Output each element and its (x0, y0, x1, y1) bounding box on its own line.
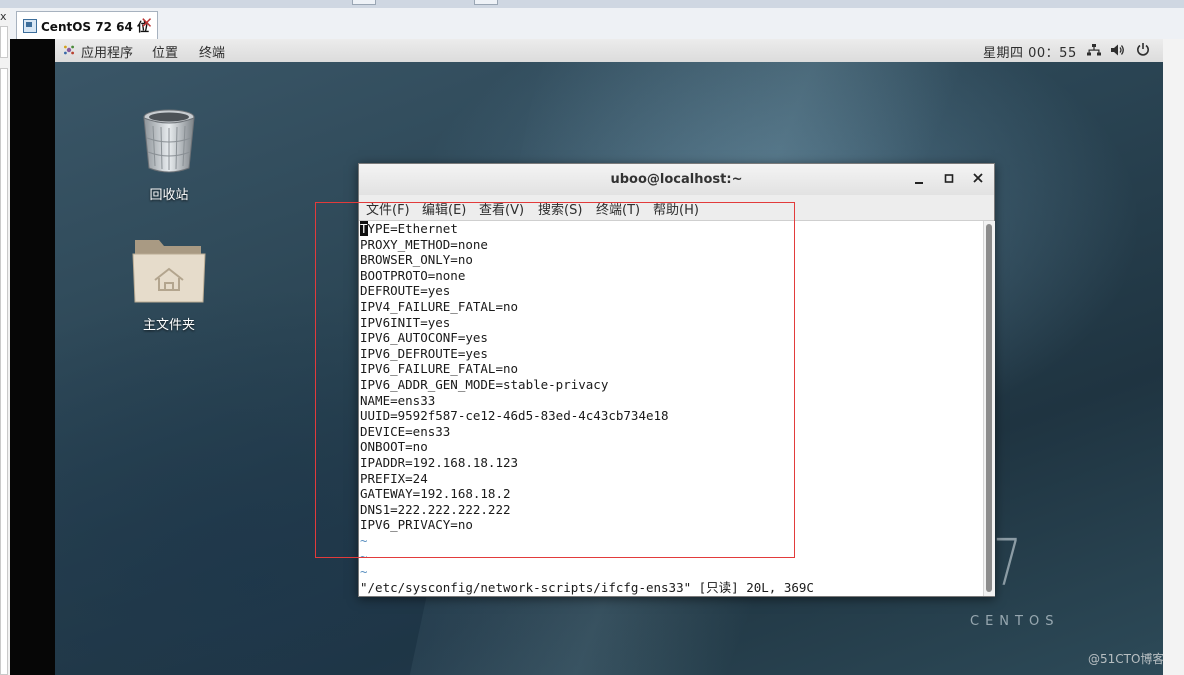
library-field[interactable] (0, 26, 8, 58)
file-line: ONBOOT=no (360, 439, 428, 455)
home-folder-icon (132, 240, 206, 303)
library-close-icon[interactable]: x (0, 10, 7, 23)
desktop-icon-label: 主文件夹 (142, 318, 195, 333)
menu-search[interactable]: 搜索(S) (538, 199, 582, 218)
maximize-icon (944, 174, 954, 183)
file-line: PREFIX=24 (360, 470, 428, 486)
terminal-scrollbar[interactable] (983, 221, 995, 596)
file-line: BOOTPROTO=none (360, 267, 466, 283)
file-line: IPV6_PRIVACY=no (360, 517, 473, 533)
menu-help[interactable]: 帮助(H) (653, 199, 699, 218)
vm-icon (23, 19, 37, 33)
minimize-button[interactable] (910, 170, 928, 188)
menu-edit[interactable]: 编辑(E) (422, 199, 466, 218)
terminal-window[interactable]: uboo@localhost:~ 文件(F) 编辑(E) 查看(V) 搜索(S)… (358, 163, 995, 597)
file-line: IPV4_FAILURE_FATAL=no (360, 299, 519, 314)
window-title: uboo@localhost:~ (610, 172, 743, 187)
file-line: NAME=ens33 (360, 392, 436, 408)
host-right-border (1163, 39, 1184, 675)
vm-tab-label: CentOS 72 64 位 (41, 20, 150, 34)
file-line-text: YPE=Ethernet (367, 221, 458, 236)
library-tree[interactable] (0, 68, 8, 675)
terminal-app-menu[interactable]: 终端 (199, 42, 225, 61)
minimize-icon (915, 182, 923, 184)
file-line: IPADDR=192.168.18.123 (360, 455, 519, 470)
power-icon[interactable] (1136, 42, 1150, 57)
gnome-foot-icon (64, 45, 74, 55)
network-icon[interactable] (1087, 43, 1101, 57)
close-button[interactable] (969, 170, 987, 188)
empty-line-marker: ~ (360, 548, 368, 564)
places-menu[interactable]: 位置 (152, 42, 178, 61)
scrollbar-thumb[interactable] (986, 224, 992, 592)
empty-line-marker: ~ (360, 533, 368, 548)
file-line: DEFROUTE=yes (360, 283, 451, 299)
menu-view[interactable]: 查看(V) (479, 199, 524, 218)
volume-icon[interactable] (1110, 43, 1125, 57)
file-line: IPV6_ADDR_GEN_MODE=stable-privacy (360, 377, 609, 392)
desktop-icon-home-folder[interactable]: 主文件夹 (119, 234, 219, 333)
file-line: IPV6_DEFROUTE=yes (360, 345, 488, 361)
file-line: UUID=9592f587-ce12-46d5-83ed-4c43cb734e1… (360, 408, 669, 424)
centos-wordmark: CENTOS (970, 614, 1060, 629)
close-icon (973, 173, 983, 183)
maximize-button[interactable] (940, 170, 958, 188)
text-cursor: T (360, 221, 368, 236)
menu-terminal[interactable]: 终端(T) (596, 199, 640, 218)
desktop-icon-label: 回收站 (149, 188, 189, 203)
terminal-menubar: 文件(F) 编辑(E) 查看(V) 搜索(S) 终端(T) 帮助(H) (359, 195, 994, 221)
vm-tab-centos[interactable]: CentOS 72 64 位 ✕ (16, 11, 158, 39)
gnome-top-bar: 应用程序 位置 终端 星期四 00：55 (55, 39, 1163, 63)
site-watermark: @51CTO博客 (1088, 652, 1165, 666)
desktop-icon-trash[interactable]: 回收站 (119, 108, 219, 203)
file-line: IPV6_FAILURE_FATAL=no (360, 361, 519, 377)
menu-file[interactable]: 文件(F) (366, 199, 410, 218)
terminal-text-area[interactable]: TYPE=Ethernet PROXY_METHOD=none BROWSER_… (359, 221, 983, 596)
centos-version-logo: 7 (993, 527, 1022, 601)
guest-left-border (10, 39, 55, 675)
file-line: TYPE=Ethernet (360, 221, 458, 237)
empty-line-marker: ~ (360, 564, 368, 580)
close-icon[interactable]: ✕ (140, 15, 153, 31)
file-line: GATEWAY=192.168.18.2 (360, 486, 511, 502)
file-line: IPV6INIT=yes (360, 314, 451, 330)
file-line: IPV6_AUTOCONF=yes (360, 330, 488, 346)
applications-menu[interactable]: 应用程序 (81, 42, 133, 61)
file-line: PROXY_METHOD=none (360, 236, 488, 252)
clock[interactable]: 星期四 00：55 (983, 42, 1077, 61)
terminal-titlebar[interactable]: uboo@localhost:~ (359, 164, 994, 196)
vim-status-line: "/etc/sysconfig/network-scripts/ifcfg-en… (360, 579, 814, 595)
file-line: BROWSER_ONLY=no (360, 252, 473, 268)
host-toolbar-handle[interactable] (474, 0, 498, 5)
file-line: DNS1=222.222.222.222 (360, 501, 511, 517)
trash-icon (143, 109, 195, 173)
file-line: DEVICE=ens33 (360, 423, 451, 439)
host-toolbar-handle[interactable] (352, 0, 376, 5)
vm-tab-strip: CentOS 72 64 位 ✕ (10, 8, 1184, 40)
